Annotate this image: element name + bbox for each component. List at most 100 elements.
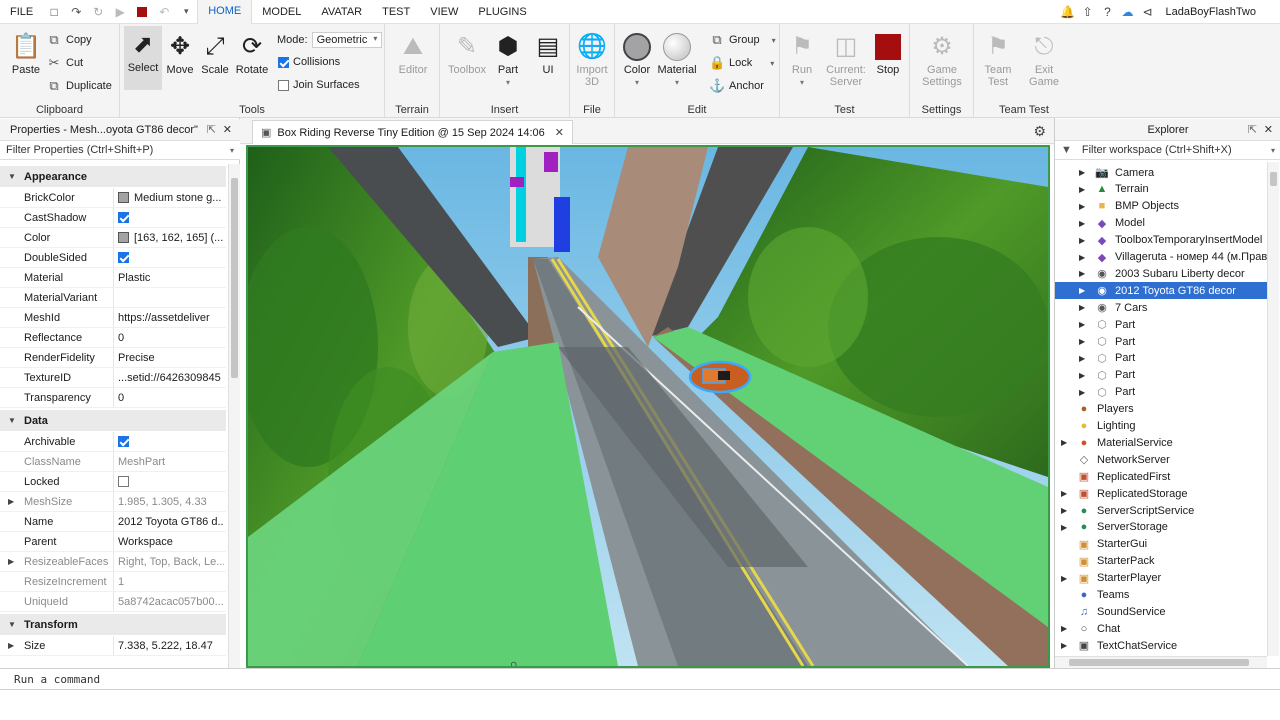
collapse-arrow-icon[interactable]: ▼ <box>8 416 16 425</box>
expand-arrow-icon[interactable]: ▶ <box>1079 236 1085 245</box>
property-value[interactable]: 7.338, 5.222, 18.47 <box>118 640 224 652</box>
team-test-button[interactable]: ⚑ Team Test <box>978 28 1018 89</box>
explorer-item[interactable]: ● Lighting <box>1055 418 1267 435</box>
explorer-item[interactable]: ▶ ▣ TextChatService <box>1055 637 1267 654</box>
expand-arrow-icon[interactable]: ▶ <box>1061 523 1067 532</box>
tab-plugins[interactable]: PLUGINS <box>468 0 536 24</box>
explorer-item[interactable]: ▶ ⬡ Part <box>1055 333 1267 350</box>
section-transform[interactable]: ▼ Transform <box>0 614 226 635</box>
scroll-thumb[interactable] <box>1069 659 1249 666</box>
explorer-filter-input[interactable]: ▼ Filter workspace (Ctrl+Shift+X) ▾ <box>1055 141 1280 160</box>
explorer-item[interactable]: ▶ ● MaterialService <box>1055 434 1267 451</box>
command-input[interactable]: Run a command <box>14 673 100 686</box>
expand-arrow-icon[interactable]: ▶ <box>1079 168 1085 177</box>
stop-icon[interactable] <box>131 0 153 24</box>
join-surfaces-checkbox[interactable] <box>278 79 289 91</box>
explorer-horizontal-scrollbar[interactable] <box>1055 656 1267 668</box>
collisions-checkbox[interactable] <box>278 56 289 68</box>
ui-button[interactable]: ▤ UI <box>528 28 568 77</box>
group-button[interactable]: ⧉ Group ▾ <box>709 32 775 48</box>
property-row[interactable]: ClassName MeshPart <box>0 452 226 472</box>
current-server-button[interactable]: ◫ Current: Server <box>824 28 868 89</box>
undock-icon[interactable]: ⇱ <box>207 123 216 136</box>
property-value[interactable] <box>118 436 224 447</box>
explorer-item[interactable]: ▶ ● ServerStorage <box>1055 519 1267 536</box>
undock-icon[interactable]: ⇱ <box>1248 123 1257 136</box>
property-checkbox[interactable] <box>118 212 129 223</box>
property-row[interactable]: UniqueId 5a8742acac057b00... <box>0 592 226 612</box>
explorer-item[interactable]: ▶ ◆ ToolboxTemporaryInsertModel <box>1055 232 1267 249</box>
property-row[interactable]: DoubleSided <box>0 248 226 268</box>
property-value[interactable]: [163, 162, 165] (... <box>118 232 224 244</box>
property-row[interactable]: MaterialVariant <box>0 288 226 308</box>
explorer-item[interactable]: ▶ ⬡ Part <box>1055 350 1267 367</box>
new-file-icon[interactable]: □ <box>43 0 65 24</box>
property-value[interactable]: 0 <box>118 392 224 404</box>
stop-button[interactable]: Stop <box>868 28 908 76</box>
section-appearance[interactable]: ▼ Appearance <box>0 166 226 187</box>
expand-arrow-icon[interactable]: ▶ <box>8 557 14 566</box>
tab-avatar[interactable]: AVATAR <box>311 0 372 24</box>
property-row[interactable]: Locked <box>0 472 226 492</box>
property-row[interactable]: Archivable <box>0 432 226 452</box>
notification-icon[interactable]: 🔔 <box>1058 5 1078 19</box>
property-checkbox[interactable] <box>118 476 129 487</box>
expand-arrow-icon[interactable]: ▶ <box>1079 202 1085 211</box>
scale-button[interactable]: ⤢ Scale <box>195 28 235 77</box>
expand-arrow-icon[interactable]: ▶ <box>1079 286 1085 295</box>
close-icon[interactable]: ✕ <box>555 126 564 139</box>
duplicate-button[interactable]: ⧉ Duplicate <box>46 78 112 94</box>
property-row[interactable]: TextureID ...setid://6426309845 <box>0 368 226 388</box>
explorer-item[interactable]: ▶ ◉ 7 Cars <box>1055 299 1267 316</box>
properties-filter-input[interactable]: Filter Properties (Ctrl+Shift+P) ▾ <box>0 141 240 160</box>
color-swatch[interactable] <box>118 192 129 203</box>
gear-icon[interactable]: ⚙ <box>1033 123 1046 140</box>
file-menu[interactable]: FILE <box>0 0 43 24</box>
expand-arrow-icon[interactable]: ▶ <box>1079 354 1085 363</box>
anchor-button[interactable]: ⚓ Anchor <box>709 78 764 94</box>
property-row[interactable]: RenderFidelity Precise <box>0 348 226 368</box>
material-button[interactable]: Material ▾ <box>657 28 697 87</box>
redo-icon[interactable]: ↻ <box>87 0 109 24</box>
expand-arrow-icon[interactable]: ▶ <box>1079 371 1085 380</box>
property-row[interactable]: Parent Workspace <box>0 532 226 552</box>
chevron-down-icon[interactable]: ▾ <box>230 146 234 155</box>
property-row[interactable]: ResizeIncrement 1 <box>0 572 226 592</box>
explorer-vertical-scrollbar[interactable] <box>1267 162 1279 656</box>
expand-arrow-icon[interactable]: ▶ <box>1079 303 1085 312</box>
property-value[interactable]: 5a8742acac057b00... <box>118 596 224 608</box>
tab-test[interactable]: TEST <box>372 0 420 24</box>
rotate-button[interactable]: ⟳ Rotate <box>232 28 272 77</box>
property-value[interactable]: 1 <box>118 576 224 588</box>
selected-car-model[interactable] <box>688 360 752 394</box>
document-tab[interactable]: ▣ Box Riding Reverse Tiny Edition @ 15 S… <box>252 120 574 144</box>
explorer-item[interactable]: ▶ ◉ 2012 Toyota GT86 decor <box>1055 282 1267 300</box>
properties-scrollbar[interactable] <box>228 164 240 668</box>
mode-dropdown[interactable]: Geometric ▾ <box>311 32 383 48</box>
property-value[interactable]: Precise <box>118 352 224 364</box>
property-row[interactable]: MeshId https://assetdeliver <box>0 308 226 328</box>
part-button[interactable]: ⬢ Part ▾ <box>488 28 528 88</box>
collisions-toggle[interactable]: Collisions <box>278 56 340 68</box>
explorer-item[interactable]: ▶ 📷 Camera <box>1055 164 1267 181</box>
explorer-item[interactable]: ▶ ■ BMP Objects <box>1055 198 1267 215</box>
username[interactable]: LadaBoyFlashTwo <box>1158 6 1280 18</box>
tab-view[interactable]: VIEW <box>420 0 468 24</box>
expand-arrow-icon[interactable]: ▶ <box>1061 574 1067 583</box>
explorer-item[interactable]: ● Teams <box>1055 587 1267 604</box>
property-value[interactable]: https://assetdeliver <box>118 312 224 324</box>
exit-game-button[interactable]: ⎋ Exit Game <box>1024 28 1064 89</box>
cut-button[interactable]: ✂ Cut <box>46 55 84 71</box>
expand-arrow-icon[interactable]: ▶ <box>8 641 14 650</box>
explorer-item[interactable]: ▶ ○ Chat <box>1055 620 1267 637</box>
property-checkbox[interactable] <box>118 252 129 263</box>
collaborate-icon[interactable]: ⊲ <box>1138 5 1158 19</box>
close-icon[interactable]: ✕ <box>223 123 232 136</box>
explorer-item[interactable]: ▶ ▣ StarterPlayer <box>1055 570 1267 587</box>
scroll-thumb[interactable] <box>231 178 238 378</box>
move-button[interactable]: ✥ Move <box>160 28 200 77</box>
property-row[interactable]: ▶ MeshSize 1.985, 1.305, 4.33 <box>0 492 226 512</box>
property-value[interactable] <box>118 252 224 263</box>
explorer-item[interactable]: ▣ StarterPack <box>1055 553 1267 570</box>
expand-arrow-icon[interactable]: ▶ <box>1079 219 1085 228</box>
